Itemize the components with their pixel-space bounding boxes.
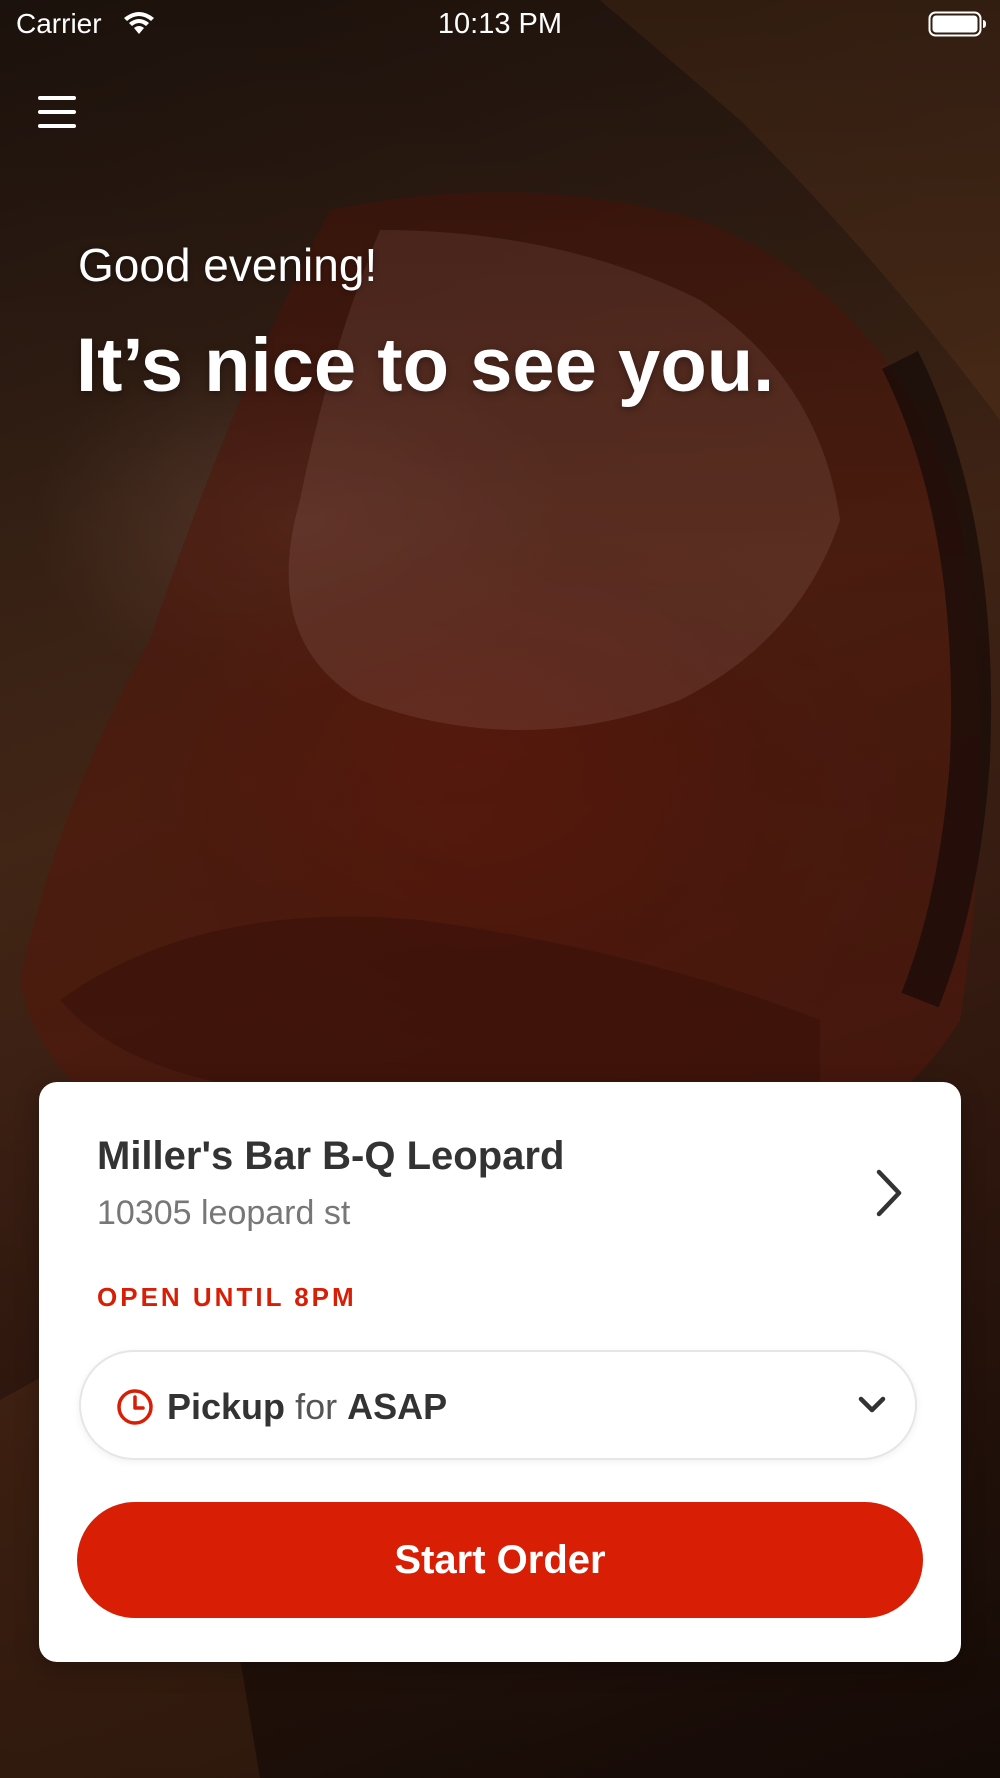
order-mode-text: Pickup for ASAP	[167, 1386, 447, 1428]
start-order-button[interactable]: Start Order	[77, 1502, 923, 1618]
order-time-label: ASAP	[347, 1386, 448, 1427]
status-bar: Carrier 10:13 PM	[0, 0, 1000, 50]
app-screen: Carrier 10:13 PM Good evening! It’s nice…	[0, 0, 1000, 1778]
greeting-text: Good evening!	[78, 239, 378, 291]
status-time: 10:13 PM	[437, 8, 563, 40]
store-name: Miller's Bar B-Q Leopard	[97, 1134, 565, 1178]
battery-icon	[928, 11, 986, 37]
order-mode-connector: for	[295, 1386, 338, 1427]
menu-icon[interactable]	[36, 92, 80, 132]
order-mode-label: Pickup	[167, 1386, 286, 1427]
welcome-headline: It’s nice to see you.	[76, 323, 775, 408]
clock-icon	[117, 1389, 153, 1425]
order-mode-select[interactable]: Pickup for ASAP	[79, 1350, 917, 1460]
chevron-right-icon	[876, 1169, 902, 1217]
chevron-down-icon	[858, 1396, 886, 1413]
store-address: 10305 leopard st	[97, 1194, 351, 1232]
location-card: Miller's Bar B-Q Leopard 10305 leopard s…	[39, 1082, 961, 1662]
store-hours-status: OPEN UNTIL 8PM	[97, 1282, 357, 1312]
store-location-row[interactable]: Miller's Bar B-Q Leopard 10305 leopard s…	[39, 1082, 961, 1262]
